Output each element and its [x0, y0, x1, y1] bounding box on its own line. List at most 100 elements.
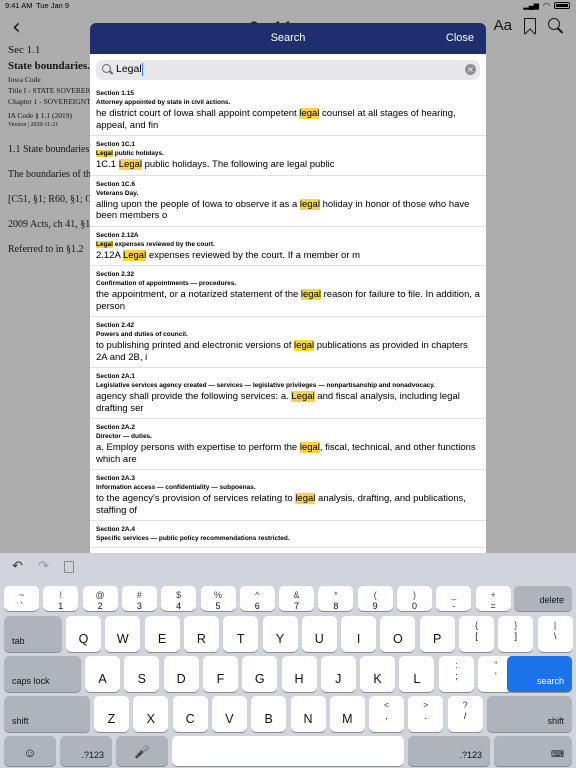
tab-key[interactable]: tab [4, 616, 62, 652]
search-key[interactable]: search [507, 656, 572, 692]
key-q[interactable]: Q [66, 616, 101, 652]
key-c[interactable]: C [172, 696, 208, 732]
search-input[interactable]: Legal [116, 63, 142, 75]
key--[interactable]: _ - [436, 586, 472, 611]
key-3[interactable]: #3 [121, 586, 157, 611]
key-1[interactable]: ! 1 [43, 586, 79, 611]
numbers-key-left[interactable]: .?123 [60, 736, 112, 766]
key-7[interactable]: & 7 [279, 586, 315, 611]
key-0[interactable]: ) 0 [397, 586, 432, 611]
key-d[interactable]: D [163, 656, 199, 692]
key-o[interactable]: O [380, 616, 416, 652]
close-button[interactable]: Close [446, 32, 474, 44]
clear-icon[interactable]: × [465, 64, 476, 75]
key-b[interactable]: B [251, 696, 287, 732]
hide-keyboard-key[interactable]: ⌨ [494, 736, 572, 766]
key-\[interactable]: | \ [537, 616, 573, 652]
key-label: N [303, 712, 313, 726]
search-result-item[interactable]: Section 2A.4 Specific services — public p… [90, 521, 486, 548]
key-y[interactable]: Y [262, 616, 298, 652]
key-`[interactable]: ~ ` [4, 586, 39, 611]
key-5[interactable]: % 5 [200, 586, 236, 611]
key-6[interactable]: ^ 6 [239, 586, 275, 611]
key-;[interactable]: :; [439, 656, 474, 692]
key-w[interactable]: W [105, 616, 141, 652]
key-4[interactable]: $4 [161, 586, 197, 611]
key-p[interactable]: P [419, 616, 455, 652]
snippet-text: a. Employ persons with expertise to perf… [96, 442, 300, 453]
key-label: shift [12, 716, 29, 726]
snippet-text: public holidays. The following are legal… [141, 159, 335, 170]
key-label: W [116, 632, 129, 646]
key-a[interactable]: A [85, 656, 120, 692]
paste-icon[interactable] [64, 561, 74, 573]
redo-icon[interactable]: ↷ [38, 559, 49, 574]
key-z[interactable]: Z [94, 696, 129, 732]
key-shift-char: ) [413, 590, 416, 600]
key-g[interactable]: G [242, 656, 278, 692]
key-[[interactable]: {[ [459, 616, 494, 652]
result-snippet: the appointment, or a notarized statemen… [96, 289, 480, 312]
key-label: 🎤 [134, 745, 150, 759]
key-char: 7 [294, 601, 300, 611]
key-9[interactable]: (9 [357, 586, 393, 611]
key-j[interactable]: J [320, 656, 356, 692]
result-snippet: alling upon the people of Iowa to observ… [96, 198, 480, 222]
key-e[interactable]: E [144, 616, 180, 652]
search-result-item[interactable]: Section 2.12A Legal expenses reviewed by … [90, 227, 486, 266]
search-result-item[interactable]: Section 2A.2 Director — duties. a. Employ… [90, 419, 486, 470]
key-m[interactable]: M [329, 696, 365, 732]
numbers-key-right[interactable]: .?123 [408, 736, 490, 766]
undo-icon[interactable]: ↶ [12, 559, 23, 574]
search-result-item[interactable]: Section 2A.1 Legislative services agency … [90, 368, 486, 419]
key-v[interactable]: V [211, 696, 247, 732]
snippet-text: to publishing printed and electronic ver… [96, 340, 295, 351]
result-section: Section 2.12A [96, 231, 139, 239]
search-result-item[interactable]: Section 1C.1 Legal public holidays. 1C.1 L… [90, 136, 486, 176]
key-][interactable]: }] [498, 616, 534, 652]
key-.[interactable]: >. [408, 696, 444, 732]
key-r[interactable]: R [183, 616, 219, 652]
key-n[interactable]: N [290, 696, 326, 732]
key-k[interactable]: K [360, 656, 396, 692]
key-f[interactable]: F [202, 656, 238, 692]
search-result-item[interactable]: Section 2.32 Confirmation of appointments… [90, 266, 486, 317]
key-t[interactable]: T [223, 616, 259, 652]
emoji-key[interactable]: ☺ [4, 736, 56, 766]
key-l[interactable]: L [399, 656, 435, 692]
caps-lock-key[interactable]: caps lock [4, 656, 81, 692]
key-8[interactable]: * 8 [318, 586, 354, 611]
search-result-item[interactable]: Section 1C.6 Veterans Day. alling upon the… [90, 176, 486, 227]
snippet-text: 1C.1 [96, 159, 119, 170]
key-2[interactable]: @2 [82, 586, 118, 611]
key-=[interactable]: + = [475, 586, 511, 611]
results-list[interactable]: Section 1.15 Attorney appointed by state … [90, 85, 486, 548]
key-,[interactable]: <, [369, 696, 404, 732]
key-shift-char: * [334, 590, 338, 600]
microphone-key[interactable]: 🎤 [116, 736, 168, 766]
search-field[interactable]: Legal × [96, 60, 480, 80]
result-section: Section 1C.6 [96, 180, 136, 188]
key-u[interactable]: U [301, 616, 337, 652]
result-section: Section 2A.3 [96, 475, 136, 482]
snippet-highlight: legal [295, 493, 316, 504]
search-result-item[interactable]: Section 1.15 Attorney appointed by state … [90, 85, 486, 136]
search-result-item[interactable]: Section 2A.3 Information access — confide… [90, 470, 486, 521]
key-/[interactable]: ? / [447, 696, 483, 732]
key-i[interactable]: I [341, 616, 377, 652]
search-result-item[interactable]: Section 2.42 Powers and duties of council… [90, 317, 486, 368]
key-s[interactable]: S [124, 656, 160, 692]
snippet-text: 2.12A [96, 249, 123, 261]
key-h[interactable]: H [281, 656, 317, 692]
key-x[interactable]: X [133, 696, 169, 732]
result-snippet: 1C.1 Legal public holidays. The followin… [96, 159, 480, 171]
result-section: Section 2A.2 [96, 424, 136, 431]
delete-key[interactable]: delete [514, 586, 572, 611]
key-char: / [463, 711, 467, 721]
snippet-text: alling upon the people of Iowa to observ… [96, 198, 300, 210]
shift-key-left[interactable]: shift [4, 696, 90, 732]
key-label: H [294, 672, 304, 686]
shift-key-right[interactable]: shift [487, 696, 572, 732]
result-title: Powers and duties of council. [96, 331, 188, 338]
space-bar[interactable] [172, 736, 404, 766]
